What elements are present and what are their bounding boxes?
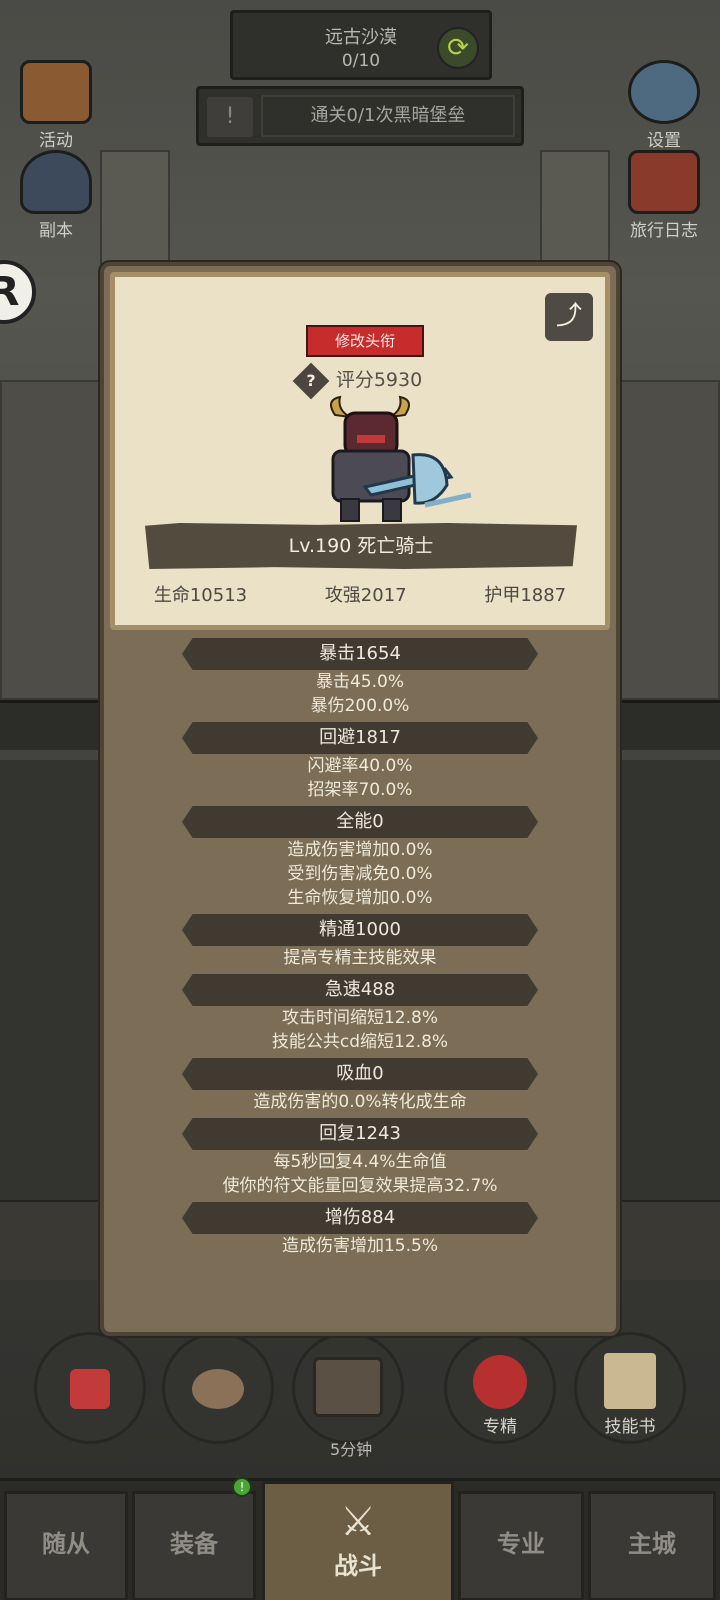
nav-main-city[interactable]: 主城 xyxy=(588,1491,716,1600)
stat-head: 回避1817 xyxy=(182,722,538,754)
specialty-slot[interactable]: 专精 xyxy=(444,1332,556,1444)
stat-group-leech: 吸血0 造成伤害的0.0%转化成生命 xyxy=(104,1058,616,1114)
food-slot[interactable] xyxy=(162,1332,274,1444)
area-progress-box[interactable]: 远古沙漠 0/10 ⟳ xyxy=(230,10,492,80)
quest-text: 通关0/1次黑暗堡垒 xyxy=(261,95,515,137)
skill-book-slot[interactable]: 技能书 xyxy=(574,1332,686,1444)
stat-line: 造成伤害的0.0%转化成生命 xyxy=(253,1092,467,1112)
stat-line: 提高专精主技能效果 xyxy=(283,948,437,968)
stat-line: 闪避率40.0% xyxy=(307,756,413,776)
stat-line: 每5秒回复4.4%生命值 xyxy=(273,1152,447,1172)
specialty-icon xyxy=(473,1355,527,1409)
base-stats: 生命10513 攻强2017 护甲1887 xyxy=(115,581,605,607)
settings-button[interactable]: 设置 xyxy=(618,60,710,151)
background-pillar xyxy=(620,380,720,700)
nav-battle-label: 战斗 xyxy=(334,1552,382,1580)
specialty-label: 专精 xyxy=(483,1417,517,1437)
dungeon-button[interactable]: 副本 xyxy=(10,150,102,241)
stat-line: 暴击45.0% xyxy=(315,672,404,692)
stat-line: 造成伤害增加0.0% xyxy=(287,840,433,860)
stat-head: 急速488 xyxy=(182,974,538,1006)
potion-icon xyxy=(70,1369,110,1409)
notification-badge: ! xyxy=(232,1477,252,1497)
stat-line: 受到伤害减免0.0% xyxy=(287,864,433,884)
stat-head: 暴击1654 xyxy=(182,638,538,670)
chest-slot[interactable] xyxy=(292,1332,404,1444)
stat-line: 技能公共cd缩短12.8% xyxy=(271,1032,449,1052)
journal-icon xyxy=(628,150,700,214)
background-pillar xyxy=(0,380,100,700)
quest-alert-icon: ! xyxy=(207,97,253,137)
stat-head: 增伤884 xyxy=(182,1202,538,1234)
nav-profession[interactable]: 专业 xyxy=(458,1491,584,1600)
stat-group-mastery: 精通1000 提高专精主技能效果 xyxy=(104,914,616,970)
potion-slot[interactable] xyxy=(34,1332,146,1444)
activity-button[interactable]: 活动 xyxy=(10,60,102,151)
dungeon-icon xyxy=(20,150,92,214)
stat-head: 吸血0 xyxy=(182,1058,538,1090)
stat-group-avoidance: 回避1817 闪避率40.0% 招架率70.0% xyxy=(104,722,616,802)
book-icon xyxy=(604,1353,656,1409)
stat-head: 精通1000 xyxy=(182,914,538,946)
bottom-nav: 随从 装备 ! ⚔ 战斗 专业 主城 xyxy=(0,1477,720,1600)
bread-icon xyxy=(192,1369,244,1409)
stat-head: 回复1243 xyxy=(182,1118,538,1150)
chest-icon xyxy=(313,1357,383,1417)
stat-line: 招架率70.0% xyxy=(307,780,413,800)
skill-book-label: 技能书 xyxy=(604,1417,656,1437)
stat-group-regen: 回复1243 每5秒回复4.4%生命值 使你的符文能量回复效果提高32.7% xyxy=(104,1118,616,1198)
death-knight-avatar xyxy=(330,395,472,522)
stat-group-versatility: 全能0 造成伤害增加0.0% 受到伤害减免0.0% 生命恢复增加0.0% xyxy=(104,806,616,910)
nav-followers[interactable]: 随从 xyxy=(4,1491,128,1600)
stat-line: 使你的符文能量回复效果提高32.7% xyxy=(222,1176,498,1196)
stat-head: 全能0 xyxy=(182,806,538,838)
settings-label: 设置 xyxy=(647,131,681,151)
chest-timer: 5分钟 xyxy=(330,1440,373,1459)
score-row: ? 评分5930 xyxy=(115,362,605,399)
journal-button[interactable]: 旅行日志 xyxy=(618,150,710,241)
refresh-icon[interactable]: ⟳ xyxy=(437,27,479,69)
stat-health: 生命10513 xyxy=(153,585,248,606)
nav-equipment[interactable]: 装备 xyxy=(132,1491,256,1600)
quest-bar[interactable]: ! 通关0/1次黑暗堡垒 xyxy=(196,86,524,146)
stat-line: 生命恢复增加0.0% xyxy=(287,888,433,908)
secondary-stats-list: 暴击1654 暴击45.0% 暴伤200.0% 回避1817 闪避率40.0% … xyxy=(104,638,616,1262)
skill-slots-row: 专精 技能书 xyxy=(0,1320,720,1450)
edit-title-button[interactable]: 修改头衔 xyxy=(306,325,424,357)
stat-group-crit: 暴击1654 暴击45.0% 暴伤200.0% xyxy=(104,638,616,718)
nav-battle[interactable]: ⚔ 战斗 xyxy=(262,1481,454,1600)
stat-line: 造成伤害增加15.5% xyxy=(281,1236,438,1256)
share-icon[interactable]: ⤴ xyxy=(545,293,593,341)
character-stats-panel: ⤴ 修改头衔 ? 评分5930 Lv.190 死亡骑士 生命10513 攻强201… xyxy=(100,262,620,1336)
activity-icon xyxy=(20,60,92,124)
level-class-bar: Lv.190 死亡骑士 xyxy=(145,523,577,569)
stat-armor: 护甲1887 xyxy=(484,585,567,606)
stat-attack-power: 攻强2017 xyxy=(324,585,407,606)
gear-icon xyxy=(628,60,700,124)
stat-line: 暴伤200.0% xyxy=(310,696,410,716)
score-text: 评分5930 xyxy=(335,369,423,391)
activity-label: 活动 xyxy=(39,131,73,151)
character-card: ⤴ 修改头衔 ? 评分5930 Lv.190 死亡骑士 生命10513 攻强201… xyxy=(110,272,610,630)
journal-label: 旅行日志 xyxy=(630,221,698,241)
stat-group-haste: 急速488 攻击时间缩短12.8% 技能公共cd缩短12.8% xyxy=(104,974,616,1054)
stat-group-damage-bonus: 增伤884 造成伤害增加15.5% xyxy=(104,1202,616,1258)
help-icon[interactable]: ? xyxy=(292,362,330,399)
stat-line: 攻击时间缩短12.8% xyxy=(281,1008,438,1028)
dungeon-label: 副本 xyxy=(39,221,73,241)
